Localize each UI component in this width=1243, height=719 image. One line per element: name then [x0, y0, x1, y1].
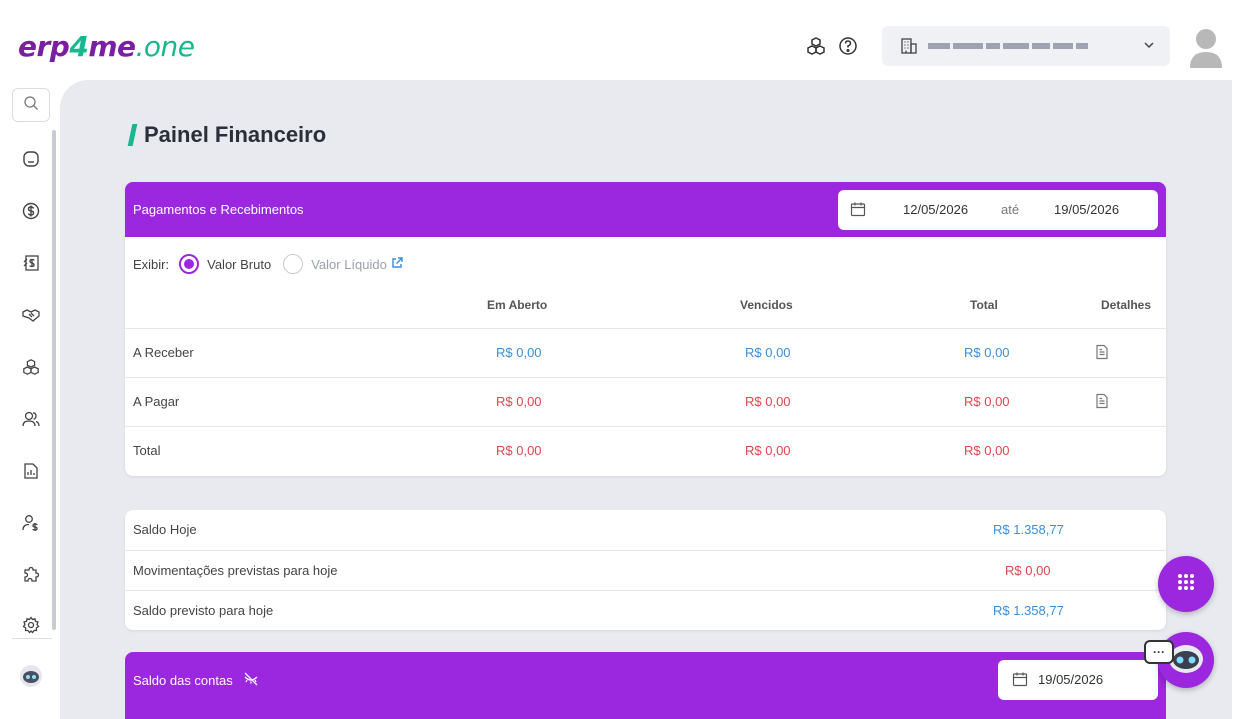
pagar-em-aberto[interactable]: R$ 0,00 — [496, 394, 542, 409]
top-header: erp4me.one — [0, 0, 1243, 80]
cashflow-icon[interactable] — [20, 252, 42, 274]
balance-label: Saldo Hoje — [133, 522, 197, 537]
logo-part-one: .one — [135, 30, 196, 63]
home-icon[interactable] — [20, 148, 42, 170]
company-select[interactable] — [882, 26, 1170, 66]
list-item: Movimentações previstas para hoje R$ 0,0… — [125, 550, 1166, 590]
user-avatar[interactable] — [1188, 26, 1224, 68]
column-header-em-aberto: Em Aberto — [487, 298, 548, 312]
page-title: Painel Financeiro — [144, 122, 327, 147]
calendar-icon — [850, 201, 866, 220]
modules-icon[interactable] — [806, 36, 826, 56]
receber-vencidos[interactable]: R$ 0,00 — [745, 345, 791, 360]
title-accent — [127, 124, 138, 146]
search-icon — [23, 95, 39, 116]
pagar-vencidos[interactable]: R$ 0,00 — [745, 394, 791, 409]
accounts-balance-header: Saldo das contas 19/05/2026 — [125, 652, 1166, 719]
products-icon[interactable] — [20, 356, 42, 378]
handshake-icon[interactable] — [20, 304, 42, 326]
column-header-detalhes: Detalhes — [1101, 298, 1152, 312]
list-item: Saldo previsto para hoje R$ 1.358,77 — [125, 590, 1166, 630]
puzzle-icon[interactable] — [20, 564, 42, 586]
balance-value: R$ 1.358,77 — [993, 522, 1064, 537]
main-content: Painel Financeiro Pagamentos e Recebimen… — [60, 80, 1232, 719]
accounts-date-picker[interactable]: 19/05/2026 — [998, 660, 1158, 700]
accounts-date[interactable]: 19/05/2026 — [1038, 672, 1103, 687]
date-from[interactable]: 12/05/2026 — [903, 202, 968, 217]
receber-total[interactable]: R$ 0,00 — [964, 345, 1010, 360]
table-row: Total R$ 0,00 R$ 0,00 R$ 0,00 — [125, 426, 1166, 475]
display-options: Exibir: Valor Bruto Valor Líquido — [133, 254, 403, 274]
accounts-balance-title-text: Saldo das contas — [133, 673, 233, 688]
total-em-aberto: R$ 0,00 — [496, 443, 542, 458]
radio-valor-bruto[interactable] — [179, 254, 200, 274]
payments-card: Pagamentos e Recebimentos 12/05/2026 até… — [125, 182, 1166, 476]
users-icon[interactable] — [20, 408, 42, 430]
logo-part-4: 4 — [69, 30, 89, 63]
calendar-icon — [1012, 671, 1028, 690]
apps-grid-button[interactable] — [1158, 556, 1214, 612]
eye-off-icon[interactable] — [243, 672, 259, 689]
payments-card-header: Pagamentos e Recebimentos 12/05/2026 até… — [125, 182, 1166, 237]
grid-icon — [1176, 572, 1196, 597]
row-label: Total — [133, 443, 161, 458]
row-label: A Pagar — [133, 394, 180, 409]
balance-card: Saldo Hoje R$ 1.358,77 Movimentações pre… — [125, 510, 1166, 630]
sidebar — [0, 80, 60, 719]
reports-icon[interactable] — [20, 460, 42, 482]
balance-label: Movimentações previstas para hoje — [133, 563, 338, 578]
right-edge — [1232, 80, 1243, 719]
balance-value: R$ 1.358,77 — [993, 603, 1064, 618]
robot-icon[interactable] — [19, 664, 43, 688]
column-header-total: Total — [970, 298, 998, 312]
option-valor-bruto-label[interactable]: Valor Bruto — [207, 257, 271, 272]
receber-em-aberto[interactable]: R$ 0,00 — [496, 345, 542, 360]
app-logo[interactable]: erp4me.one — [18, 30, 195, 63]
balance-label: Saldo previsto para hoje — [133, 603, 274, 618]
pagar-total[interactable]: R$ 0,00 — [964, 394, 1010, 409]
sidebar-scrollbar[interactable] — [52, 130, 56, 630]
display-label: Exibir: — [133, 256, 170, 272]
total-total: R$ 0,00 — [964, 443, 1010, 458]
finance-icon[interactable] — [20, 200, 42, 222]
table-row: A Receber R$ 0,00 R$ 0,00 R$ 0,00 — [125, 328, 1166, 377]
row-label: A Receber — [133, 345, 194, 360]
chevron-down-icon — [1142, 38, 1156, 57]
external-link-icon[interactable] — [391, 256, 403, 272]
total-vencidos: R$ 0,00 — [745, 443, 791, 458]
logo-part-me: me — [88, 30, 136, 63]
user-dollar-icon[interactable] — [20, 512, 42, 534]
radio-valor-liquido[interactable] — [283, 254, 304, 274]
list-item: Saldo Hoje R$ 1.358,77 — [125, 510, 1166, 550]
settings-icon[interactable] — [20, 614, 42, 636]
date-to[interactable]: 19/05/2026 — [1054, 202, 1119, 217]
sidebar-search-button[interactable] — [12, 88, 50, 122]
sidebar-divider — [12, 638, 52, 639]
balance-value: R$ 0,00 — [1005, 563, 1051, 578]
company-name-redacted — [928, 43, 1088, 49]
logo-part-erp: erp — [18, 30, 70, 63]
payments-card-title: Pagamentos e Recebimentos — [133, 202, 304, 217]
option-valor-liquido-label[interactable]: Valor Líquido — [311, 257, 387, 272]
chat-bubble-icon[interactable]: ··· — [1144, 640, 1174, 664]
document-icon[interactable] — [1095, 344, 1109, 363]
table-row: A Pagar R$ 0,00 R$ 0,00 R$ 0,00 — [125, 377, 1166, 426]
document-icon[interactable] — [1095, 393, 1109, 412]
help-icon[interactable] — [838, 36, 858, 56]
date-range-picker[interactable]: 12/05/2026 até 19/05/2026 — [838, 190, 1158, 230]
date-separator: até — [1001, 202, 1020, 217]
accounts-balance-title: Saldo das contas — [133, 672, 259, 689]
building-icon — [900, 37, 918, 60]
column-header-vencidos: Vencidos — [740, 298, 793, 312]
